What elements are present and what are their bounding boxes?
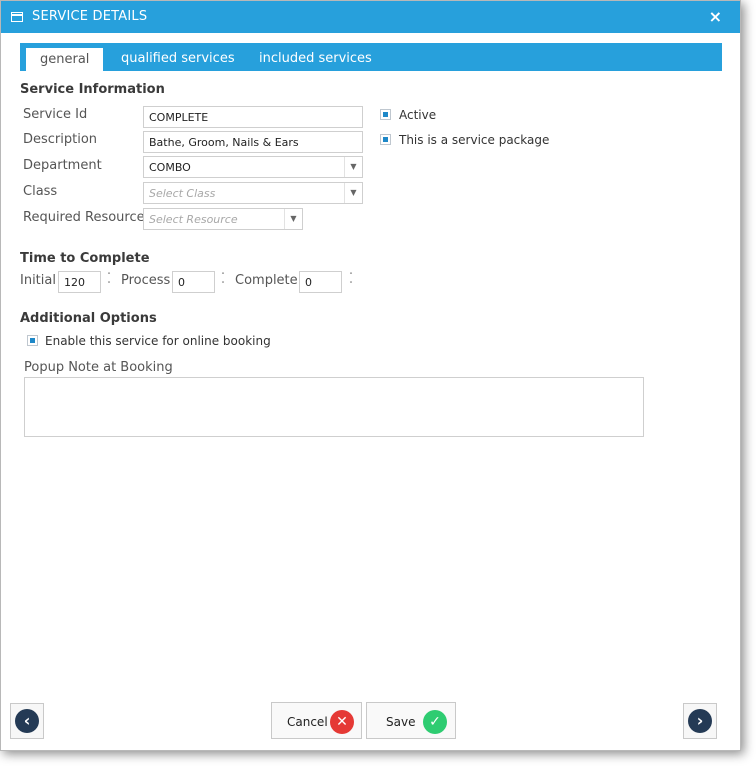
- chevron-down-icon[interactable]: ▼: [284, 209, 302, 229]
- service-information-heading: Service Information: [20, 82, 165, 97]
- close-icon[interactable]: ×: [709, 7, 722, 26]
- next-button[interactable]: ›: [683, 703, 717, 739]
- tab-qualified-services[interactable]: qualified services: [121, 43, 235, 71]
- arrow-right-icon: ›: [688, 709, 712, 733]
- initial-label: Initial: [20, 273, 56, 288]
- cancel-button[interactable]: Cancel ✕: [271, 702, 362, 739]
- description-label: Description: [23, 132, 98, 147]
- complete-label: Complete: [235, 273, 298, 288]
- service-package-checkbox[interactable]: [380, 134, 391, 145]
- save-button-label: Save: [386, 715, 416, 729]
- check-icon: ✓: [423, 710, 447, 734]
- active-label: Active: [399, 108, 437, 122]
- required-resource-select[interactable]: Select Resource ▼: [143, 208, 303, 230]
- initial-value: 120: [64, 276, 85, 289]
- complete-stepper[interactable]: ˄ ˅: [347, 272, 355, 290]
- tab-included-services[interactable]: included services: [259, 43, 372, 71]
- chevron-down-icon[interactable]: ▼: [344, 157, 362, 177]
- cancel-icon: ✕: [330, 710, 354, 734]
- window-title: SERVICE DETAILS: [32, 9, 148, 24]
- process-input[interactable]: 0: [172, 271, 215, 293]
- description-input[interactable]: Bathe, Groom, Nails & Ears: [143, 131, 363, 153]
- class-label: Class: [23, 184, 58, 199]
- tab-general[interactable]: general: [26, 48, 104, 71]
- service-package-label: This is a service package: [399, 133, 550, 147]
- service-id-value: COMPLETE: [149, 111, 209, 124]
- window-icon: [11, 12, 23, 22]
- service-id-label: Service Id: [23, 107, 88, 122]
- class-placeholder: Select Class: [149, 187, 216, 200]
- initial-input[interactable]: 120: [58, 271, 101, 293]
- department-label: Department: [23, 158, 102, 173]
- popup-note-label: Popup Note at Booking: [24, 360, 173, 375]
- required-resource-label: Required Resource: [23, 210, 145, 225]
- class-select[interactable]: Select Class ▼: [143, 182, 363, 204]
- online-booking-checkbox[interactable]: [27, 335, 38, 346]
- process-stepper[interactable]: ˄ ˅: [219, 272, 227, 290]
- cancel-button-label: Cancel: [287, 715, 328, 729]
- time-to-complete-heading: Time to Complete: [20, 251, 150, 266]
- chevron-down-icon[interactable]: ▼: [344, 183, 362, 203]
- save-button[interactable]: Save ✓: [366, 702, 456, 739]
- process-value: 0: [178, 276, 185, 289]
- tab-bar: general qualified services included serv…: [20, 43, 722, 71]
- complete-value: 0: [305, 276, 312, 289]
- title-bar: SERVICE DETAILS ×: [1, 1, 740, 33]
- department-select[interactable]: COMBO ▼: [143, 156, 363, 178]
- online-booking-label: Enable this service for online booking: [45, 334, 271, 348]
- process-label: Process: [121, 273, 171, 288]
- popup-note-textarea[interactable]: [24, 377, 644, 437]
- additional-options-heading: Additional Options: [20, 311, 157, 326]
- required-resource-placeholder: Select Resource: [149, 213, 238, 226]
- description-value: Bathe, Groom, Nails & Ears: [149, 136, 299, 149]
- previous-button[interactable]: ‹: [10, 703, 44, 739]
- complete-input[interactable]: 0: [299, 271, 342, 293]
- department-value: COMBO: [149, 161, 191, 174]
- arrow-left-icon: ‹: [15, 709, 39, 733]
- active-checkbox[interactable]: [380, 109, 391, 120]
- service-details-dialog: SERVICE DETAILS × general qualified serv…: [0, 0, 741, 751]
- service-id-input[interactable]: COMPLETE: [143, 106, 363, 128]
- initial-stepper[interactable]: ˄ ˅: [105, 272, 113, 290]
